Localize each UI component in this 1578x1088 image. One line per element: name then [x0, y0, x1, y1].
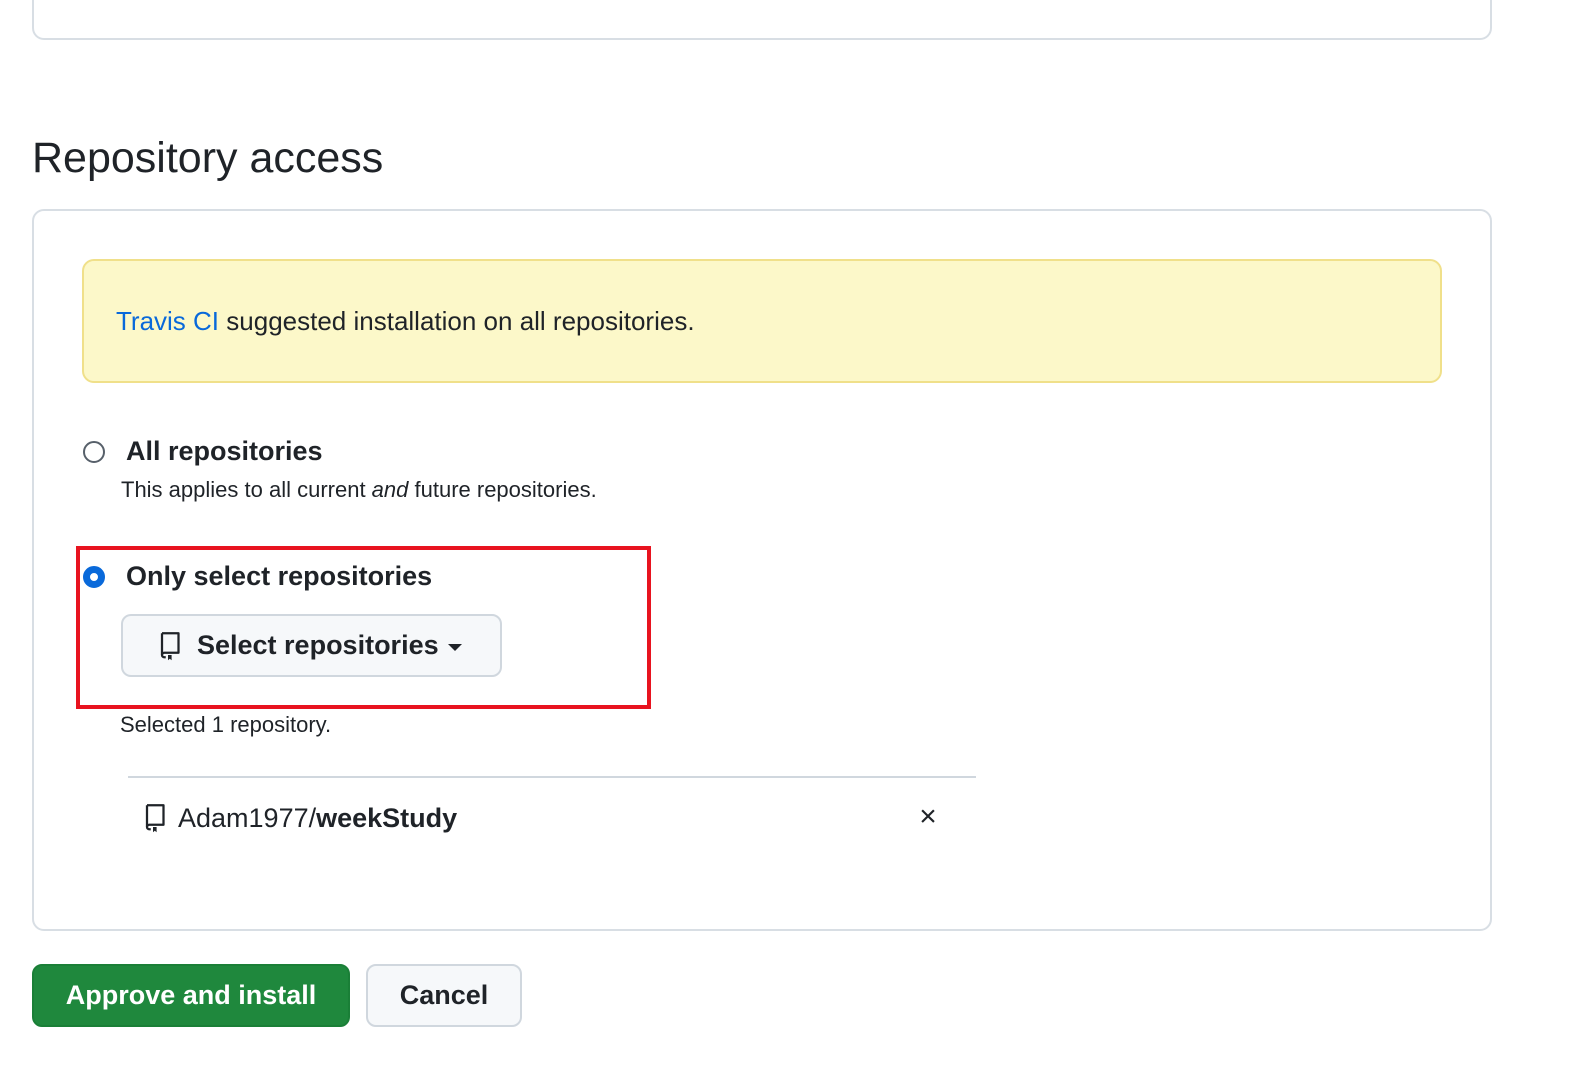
page-title: Repository access	[32, 134, 384, 182]
cancel-button[interactable]: Cancel	[366, 964, 522, 1027]
app-link[interactable]: Travis CI	[116, 306, 219, 336]
list-divider	[128, 776, 976, 778]
desc-suffix: future repositories.	[408, 477, 597, 502]
all-repositories-description: This applies to all current and future r…	[121, 477, 597, 503]
only-select-radio[interactable]	[83, 566, 105, 588]
close-icon[interactable]: ×	[914, 801, 942, 833]
desc-prefix: This applies to all current	[121, 477, 372, 502]
select-repositories-button[interactable]: Select repositories	[121, 614, 502, 677]
approve-and-install-button[interactable]: Approve and install	[32, 964, 350, 1027]
all-repositories-label[interactable]: All repositories	[126, 436, 323, 467]
repo-icon	[144, 803, 168, 833]
repo-icon	[159, 631, 183, 661]
all-repositories-radio[interactable]	[83, 441, 105, 463]
suggestion-flash: Travis CI suggested installation on all …	[82, 259, 1442, 383]
selected-count: Selected 1 repository.	[120, 712, 332, 737]
flash-message: suggested installation on all repositori…	[219, 305, 695, 336]
repo-owner: Adam1977/	[178, 802, 317, 833]
only-select-label[interactable]: Only select repositories	[126, 561, 432, 592]
selected-repo-item: Adam1977/weekStudy	[144, 796, 954, 840]
caret-down-icon	[447, 644, 462, 651]
previous-panel-edge	[32, 0, 1492, 40]
install-page: Repository access Travis CI suggested in…	[0, 0, 1578, 1088]
select-repositories-label: Select repositories	[197, 630, 439, 660]
repo-name: weekStudy	[316, 802, 458, 833]
desc-emphasis: and	[371, 477, 409, 502]
